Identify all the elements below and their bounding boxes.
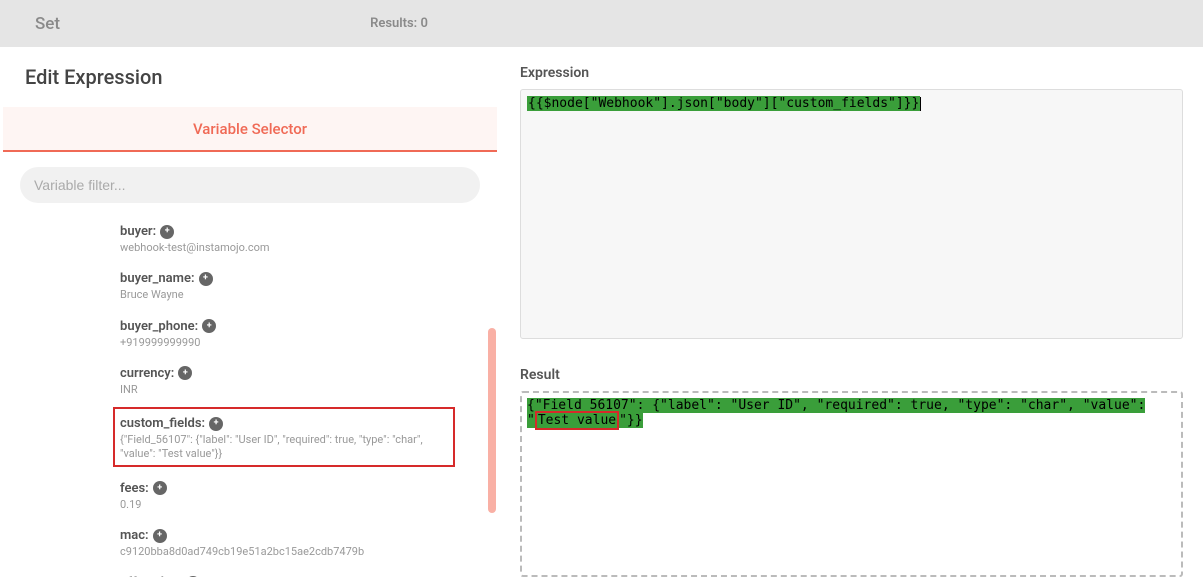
tree-item-key: buyer_name: + — [120, 271, 213, 286]
tree-key-label: currency: — [120, 366, 174, 381]
main-container: Edit Expression Variable Selector buyer:… — [0, 47, 1203, 577]
tree-container: buyer: + webhook-test@instamojo.com buyer_n… — [0, 218, 500, 577]
tree-item[interactable]: offer_slug:+pm-renewal-yearly — [120, 569, 480, 577]
tree-item-key: fees: + — [120, 481, 167, 496]
tree-key-label: fees: — [120, 481, 149, 496]
result-suffix: "}} — [619, 413, 642, 428]
tree-item[interactable]: buyer: + webhook-test@instamojo.com — [120, 218, 480, 257]
plus-icon[interactable]: + — [199, 272, 213, 286]
top-bar: Set Results: 0 — [0, 0, 1203, 47]
tab-label: Variable Selector — [193, 120, 307, 138]
result-section: Result {"Field_56107": {"label": "User I… — [520, 367, 1183, 577]
tree-key-label: buyer_phone: — [120, 319, 198, 334]
tree-list[interactable]: buyer: + webhook-test@instamojo.com buyer_n… — [0, 218, 500, 577]
text-cursor — [920, 97, 921, 111]
tree-item-value: 0.19 — [120, 498, 480, 512]
tree-key-label: buyer: — [120, 224, 156, 239]
result-highlight: Test value — [535, 411, 619, 430]
expression-editor[interactable]: {{$node["Webhook"].json["body"]["custom_… — [520, 89, 1183, 339]
tree-item-key: mac: + — [120, 528, 167, 543]
result-label: Result — [520, 367, 1183, 383]
tree-item-value: {"Field_56107": {"label": "User ID", "re… — [120, 433, 448, 462]
tree-item-value: Bruce Wayne — [120, 288, 480, 302]
plus-icon[interactable]: + — [209, 417, 223, 431]
plus-icon[interactable]: + — [202, 319, 216, 333]
tree-item[interactable]: custom_fields: + {"Field_56107": {"label":… — [113, 407, 455, 467]
tree-item-key: custom_fields: + — [120, 416, 223, 431]
tree-item[interactable]: buyer_name: + Bruce Wayne — [120, 265, 480, 304]
edit-expression-heading: Edit Expression — [25, 65, 475, 89]
tree-key-label: custom_fields: — [120, 416, 205, 431]
tree-item-value: webhook-test@instamojo.com — [120, 241, 480, 255]
result-output: {"Field_56107": {"label": "User ID", "re… — [520, 391, 1183, 577]
scrollbar-thumb[interactable] — [488, 328, 496, 513]
results-count: Results: 0 — [370, 16, 428, 31]
plus-icon[interactable]: + — [160, 225, 174, 239]
tree-item[interactable]: fees: +0.19 — [120, 475, 480, 514]
variable-selector-tab[interactable]: Variable Selector — [3, 107, 497, 152]
expression-label: Expression — [520, 65, 1183, 81]
tree-item-value: +919999999990 — [120, 336, 480, 350]
tree-item-key: currency: + — [120, 366, 192, 381]
left-panel: Edit Expression Variable Selector buyer:… — [0, 47, 500, 577]
plus-icon[interactable]: + — [153, 529, 167, 543]
tree-key-label: mac: — [120, 528, 149, 543]
tree-item-value: c9120bba8d0ad749cb19e51a2bc15ae2cdb7479b — [120, 545, 480, 559]
node-title: Set — [35, 14, 60, 34]
tree-item-key: buyer: + — [120, 224, 174, 239]
plus-icon[interactable]: + — [178, 366, 192, 380]
tree-item-value: INR — [120, 383, 480, 397]
plus-icon[interactable]: + — [153, 481, 167, 495]
tree-item[interactable]: mac: + c9120bba8d0ad749cb19e51a2bc15ae2cdb… — [120, 522, 480, 561]
tree-item-key: buyer_phone: + — [120, 319, 216, 334]
filter-wrap — [0, 152, 500, 218]
tree-item[interactable]: currency: + INR — [120, 360, 480, 399]
variable-filter-input[interactable] — [20, 167, 480, 203]
tree-item[interactable]: buyer_phone: + +919999999990 — [120, 313, 480, 352]
expression-token: {{$node["Webhook"].json["body"]["custom_… — [527, 96, 920, 111]
right-panel: Expression {{$node["Webhook"].json["body… — [500, 47, 1203, 577]
left-header: Edit Expression — [0, 47, 500, 107]
tree-key-label: buyer_name: — [120, 271, 195, 286]
